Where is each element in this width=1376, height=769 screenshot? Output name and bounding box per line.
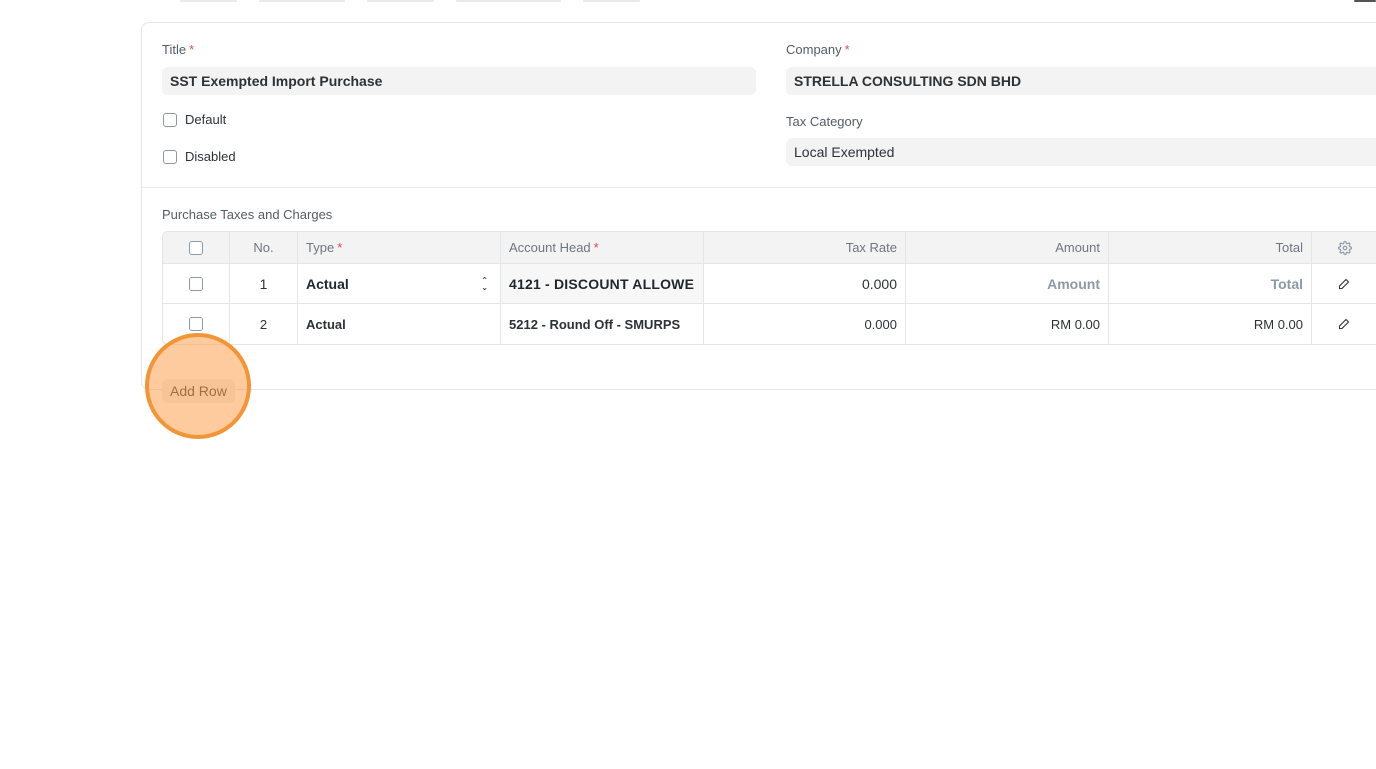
- select-all-checkbox[interactable]: [189, 240, 203, 255]
- amount-input[interactable]: Amount: [906, 264, 1109, 303]
- default-checkbox-label: Default: [185, 112, 227, 127]
- disabled-checkbox-label: Disabled: [185, 149, 236, 164]
- type-select-value: Actual: [306, 275, 349, 292]
- table-row[interactable]: 2 Actual 5212 - Round Off - SMURPS 0.000…: [163, 304, 1376, 344]
- row-checkbox[interactable]: [189, 276, 203, 291]
- col-type-header: Type *: [298, 232, 501, 263]
- col-amount-header: Amount: [906, 232, 1109, 263]
- disabled-checkbox[interactable]: [163, 149, 177, 164]
- column-settings-button[interactable]: [1312, 232, 1376, 263]
- add-row-button[interactable]: Add Row: [162, 379, 235, 403]
- edit-row-button[interactable]: [1312, 264, 1376, 303]
- amount-cell[interactable]: RM 0.00: [906, 304, 1109, 344]
- row-select-cell[interactable]: [163, 304, 230, 344]
- title-label: Title *: [162, 42, 195, 57]
- row-checkbox[interactable]: [189, 317, 203, 331]
- form-card: Title * SST Exempted Import Purchase Defa…: [141, 22, 1376, 403]
- disabled-checkbox-row[interactable]: Disabled: [163, 149, 236, 164]
- top-strip: [180, 0, 640, 6]
- taxes-table-label: Purchase Taxes and Charges: [162, 207, 333, 222]
- tax-rate-input[interactable]: 0.000: [704, 264, 906, 303]
- type-select[interactable]: Actual ⌃ ⌄: [298, 264, 501, 303]
- default-checkbox[interactable]: [163, 112, 177, 127]
- table-header: No. Type * Account Head * Tax Rate Amount …: [163, 232, 1376, 264]
- col-no-header: No.: [230, 232, 298, 263]
- title-input[interactable]: SST Exempted Import Purchase: [162, 67, 756, 95]
- company-label: Company *: [786, 42, 850, 57]
- col-total-header: Total: [1109, 232, 1312, 263]
- top-mark: [1354, 0, 1376, 2]
- row-no: 1: [230, 264, 298, 303]
- sort-arrows-icon: ⌃ ⌄: [481, 275, 488, 292]
- account-head-cell[interactable]: 5212 - Round Off - SMURPS: [501, 304, 704, 344]
- row-no: 2: [230, 304, 298, 344]
- total-cell[interactable]: RM 0.00: [1109, 304, 1312, 344]
- edit-row-button[interactable]: [1312, 304, 1376, 344]
- type-cell[interactable]: Actual: [298, 304, 501, 344]
- taxes-table: No. Type * Account Head * Tax Rate Amount …: [162, 231, 1376, 345]
- tax-category-label: Tax Category: [786, 114, 863, 129]
- gear-icon[interactable]: [1338, 240, 1352, 255]
- section-divider: [142, 187, 1376, 188]
- pencil-icon[interactable]: [1338, 318, 1350, 330]
- company-input[interactable]: STRELLA CONSULTING SDN BHD: [786, 67, 1376, 95]
- page: Title * SST Exempted Import Purchase Defa…: [0, 0, 1376, 769]
- col-tax-rate-header: Tax Rate: [704, 232, 906, 263]
- row-select-cell[interactable]: [163, 264, 230, 303]
- total-input[interactable]: Total: [1109, 264, 1312, 303]
- tax-rate-cell[interactable]: 0.000: [704, 304, 906, 344]
- account-head-input[interactable]: 4121 - DISCOUNT ALLOWE: [501, 264, 704, 303]
- pencil-icon[interactable]: [1338, 278, 1350, 290]
- select-all-cell[interactable]: [163, 232, 230, 263]
- default-checkbox-row[interactable]: Default: [163, 112, 226, 127]
- table-row[interactable]: 1 Actual ⌃ ⌄ 4121 - DISCOUNT ALLOWE 0.000…: [163, 264, 1376, 304]
- col-account-head-header: Account Head *: [501, 232, 704, 263]
- tax-category-input[interactable]: Local Exempted: [786, 138, 1376, 166]
- details-section: Title * SST Exempted Import Purchase Defa…: [142, 23, 1376, 187]
